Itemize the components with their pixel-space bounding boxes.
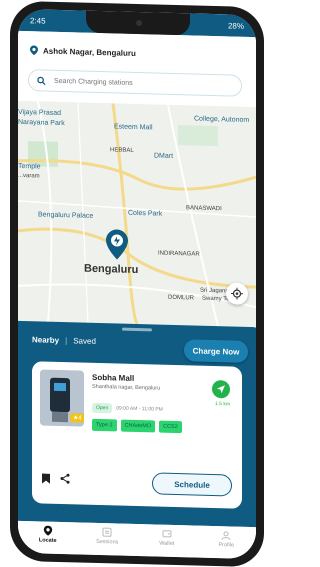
connector-chademo: CHAdeMO bbox=[120, 419, 156, 433]
nav-label: Sessions bbox=[96, 538, 119, 546]
phone-frame: 2:45 28% Ashok Nagar, Bengaluru Search C… bbox=[10, 0, 264, 567]
top-bar: Ashok Nagar, Bengaluru bbox=[18, 30, 256, 108]
tab-separator: | bbox=[65, 336, 68, 346]
map-label: Bengaluru Palace bbox=[38, 211, 94, 220]
connector-type2: Type 2 bbox=[92, 418, 117, 432]
rating-value: 4 bbox=[78, 415, 82, 422]
location-selector[interactable]: Ashok Nagar, Bengaluru bbox=[30, 45, 136, 58]
stations-sheet: Nearby | Saved Charge Now ★4 Sobha Mall … bbox=[18, 320, 256, 528]
crosshair-icon bbox=[231, 287, 243, 300]
connector-list: Type 2 CHAdeMO CCS2 bbox=[92, 418, 182, 434]
station-status-row: Open 09:00 AM - 11:00 PM bbox=[92, 402, 163, 415]
map-label: ...varam bbox=[18, 172, 40, 180]
station-card[interactable]: ★4 Sobha Mall Shanthala nagar, Bengaluru… bbox=[32, 361, 242, 509]
map-label: DMart bbox=[154, 152, 174, 160]
charge-now-button[interactable]: Charge Now bbox=[184, 339, 248, 363]
sheet-tabs: Nearby | Saved bbox=[32, 335, 96, 346]
map-label: INDIRANAGAR bbox=[158, 250, 200, 258]
map-view[interactable]: Vijaya Prasad Narayana Park Esteem Mall … bbox=[18, 100, 256, 328]
location-pin-icon bbox=[43, 525, 52, 536]
app-screen: 2:45 28% Ashok Nagar, Bengaluru Search C… bbox=[18, 8, 256, 560]
bottom-navigation: Locate Sessions Wallet Profile bbox=[18, 520, 256, 560]
status-battery: 28% bbox=[227, 20, 244, 31]
map-city-label: Bengaluru bbox=[84, 262, 139, 277]
map-label: Vijaya Prasad bbox=[18, 108, 62, 118]
charging-station-marker-icon[interactable] bbox=[106, 229, 128, 260]
schedule-button[interactable]: Schedule bbox=[152, 472, 232, 497]
sheet-handle[interactable] bbox=[122, 327, 152, 332]
share-icon[interactable] bbox=[60, 473, 70, 484]
my-location-button[interactable] bbox=[226, 282, 248, 305]
nav-label: Profile bbox=[218, 542, 235, 549]
rating-badge: ★4 bbox=[70, 413, 84, 423]
location-text: Ashok Nagar, Bengaluru bbox=[43, 46, 136, 58]
profile-icon bbox=[221, 531, 231, 541]
camera-icon bbox=[136, 19, 142, 27]
nav-label: Wallet bbox=[159, 540, 175, 547]
station-thumbnail: ★4 bbox=[40, 369, 84, 427]
station-address: Shanthala nagar, Bengaluru bbox=[92, 383, 161, 392]
search-icon bbox=[37, 76, 46, 85]
map-label: Temple bbox=[18, 162, 41, 171]
phone-notch bbox=[86, 10, 190, 36]
station-name: Sobha Mall bbox=[92, 372, 135, 383]
wallet-icon bbox=[162, 530, 172, 538]
search-input[interactable] bbox=[52, 76, 226, 90]
status-time: 2:45 bbox=[30, 15, 46, 26]
search-bar[interactable] bbox=[28, 69, 242, 97]
nav-sessions[interactable]: Sessions bbox=[87, 527, 127, 546]
location-pin-icon bbox=[30, 45, 38, 56]
map-label: Esteem Mall bbox=[114, 123, 153, 132]
opening-hours: 09:00 AM - 11:00 PM bbox=[116, 405, 163, 413]
tab-saved[interactable]: Saved bbox=[73, 336, 96, 346]
map-label: HEBBAL bbox=[110, 147, 134, 154]
map-label: Coles Park bbox=[128, 209, 163, 218]
map-label: Narayana Park bbox=[18, 118, 65, 128]
station-distance: 1.5 km bbox=[214, 401, 230, 408]
map-label: BANASWADI bbox=[186, 205, 222, 213]
navigate-button[interactable] bbox=[212, 379, 230, 399]
nav-profile[interactable]: Profile bbox=[206, 530, 246, 549]
nav-label: Locate bbox=[38, 537, 57, 544]
navigation-arrow-icon bbox=[217, 385, 225, 394]
nav-locate[interactable]: Locate bbox=[28, 525, 68, 544]
tab-nearby[interactable]: Nearby bbox=[32, 335, 59, 345]
bookmark-icon[interactable] bbox=[42, 473, 50, 484]
sessions-icon bbox=[102, 527, 112, 537]
map-label: DOMLUR bbox=[168, 294, 195, 302]
connector-ccs2: CCS2 bbox=[159, 420, 182, 434]
open-status-badge: Open bbox=[92, 402, 113, 414]
map-label: College, Autonom bbox=[194, 115, 250, 124]
nav-wallet[interactable]: Wallet bbox=[147, 528, 187, 547]
